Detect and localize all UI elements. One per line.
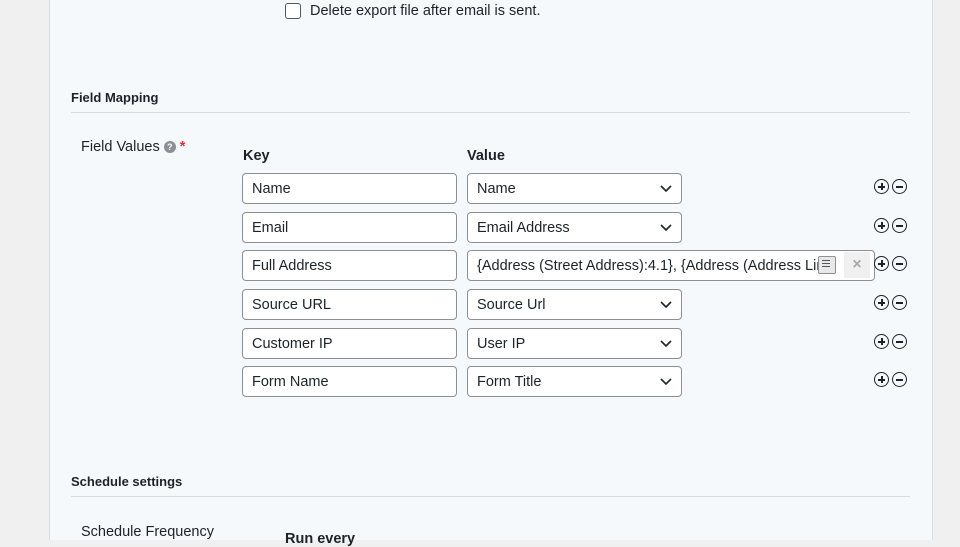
delete-export-option[interactable]: Delete export file after email is sent. bbox=[285, 3, 541, 19]
schedule-settings-title: Schedule settings bbox=[71, 474, 183, 489]
minus-circle-icon[interactable] bbox=[892, 179, 907, 194]
chevron-down-icon bbox=[660, 301, 672, 309]
value-column-header: Value bbox=[467, 148, 505, 164]
row-actions bbox=[874, 372, 907, 387]
chevron-down-icon bbox=[660, 185, 672, 193]
key-input[interactable]: Form Name bbox=[242, 366, 457, 397]
plus-circle-icon[interactable] bbox=[874, 334, 889, 349]
field-mapping-title: Field Mapping bbox=[71, 90, 159, 105]
mapping-row: Customer IP User IP bbox=[242, 328, 912, 359]
minus-circle-icon[interactable] bbox=[892, 295, 907, 310]
key-input[interactable]: Source URL bbox=[242, 289, 457, 320]
plus-circle-icon[interactable] bbox=[874, 256, 889, 271]
minus-circle-icon[interactable] bbox=[892, 256, 907, 271]
key-input-value: Form Name bbox=[252, 374, 329, 390]
plus-circle-icon[interactable] bbox=[874, 295, 889, 310]
minus-circle-icon[interactable] bbox=[892, 372, 907, 387]
key-input[interactable]: Name bbox=[242, 173, 457, 204]
value-select[interactable]: Email Address bbox=[467, 212, 682, 243]
schedule-settings-divider bbox=[71, 496, 910, 497]
clear-icon[interactable]: × bbox=[844, 252, 870, 278]
field-mapping-divider bbox=[71, 112, 910, 113]
key-input[interactable]: Email bbox=[242, 212, 457, 243]
field-values-text: Field Values bbox=[81, 139, 160, 155]
value-select-value: Email Address bbox=[477, 220, 570, 236]
key-input[interactable]: Full Address bbox=[242, 250, 457, 281]
key-input-value: Customer IP bbox=[252, 336, 333, 352]
key-column-header: Key bbox=[243, 148, 270, 164]
mapping-row: Full Address {Address (Street Address):4… bbox=[242, 250, 912, 281]
delete-export-checkbox[interactable] bbox=[285, 3, 301, 19]
value-select-value: Form Title bbox=[477, 374, 542, 390]
value-select-value: Source Url bbox=[477, 297, 546, 313]
plus-circle-icon[interactable] bbox=[874, 372, 889, 387]
mapping-row: Email Email Address bbox=[242, 212, 912, 243]
key-input-value: Name bbox=[252, 181, 291, 197]
row-actions bbox=[874, 334, 907, 349]
row-actions bbox=[874, 218, 907, 233]
key-input-value: Source URL bbox=[252, 297, 331, 313]
value-select-value: Name bbox=[477, 181, 516, 197]
custom-value-text: {Address (Street Address):4.1}, {Address… bbox=[477, 258, 819, 274]
chevron-down-icon bbox=[660, 378, 672, 386]
key-input[interactable]: Customer IP bbox=[242, 328, 457, 359]
value-select-value: User IP bbox=[477, 336, 526, 352]
chevron-down-icon bbox=[660, 224, 672, 232]
key-input-value: Full Address bbox=[252, 258, 332, 274]
run-every-label: Run every bbox=[285, 531, 356, 547]
mapping-row: Name Name bbox=[242, 173, 912, 204]
mapping-row: Source URL Source Url bbox=[242, 289, 912, 320]
row-actions bbox=[874, 179, 907, 194]
required-marker: * bbox=[179, 139, 186, 155]
value-select[interactable]: Name bbox=[467, 173, 682, 204]
schedule-frequency-label: Schedule Frequency bbox=[81, 524, 214, 540]
row-actions bbox=[874, 295, 907, 310]
field-values-label: Field Values ? * bbox=[81, 139, 185, 155]
chevron-down-icon bbox=[660, 340, 672, 348]
minus-circle-icon[interactable] bbox=[892, 218, 907, 233]
key-input-value: Email bbox=[252, 220, 289, 236]
delete-export-label: Delete export file after email is sent. bbox=[310, 3, 541, 19]
merge-tag-icon[interactable] bbox=[818, 256, 836, 274]
mapping-row: Form Name Form Title bbox=[242, 366, 912, 397]
value-select[interactable]: Form Title bbox=[467, 366, 682, 397]
value-select[interactable]: Source Url bbox=[467, 289, 682, 320]
minus-circle-icon[interactable] bbox=[892, 334, 907, 349]
row-actions bbox=[874, 256, 907, 271]
help-icon[interactable]: ? bbox=[163, 141, 176, 153]
plus-circle-icon[interactable] bbox=[874, 218, 889, 233]
custom-value-input[interactable]: {Address (Street Address):4.1}, {Address… bbox=[467, 250, 875, 281]
plus-circle-icon[interactable] bbox=[874, 179, 889, 194]
value-select[interactable]: User IP bbox=[467, 328, 682, 359]
